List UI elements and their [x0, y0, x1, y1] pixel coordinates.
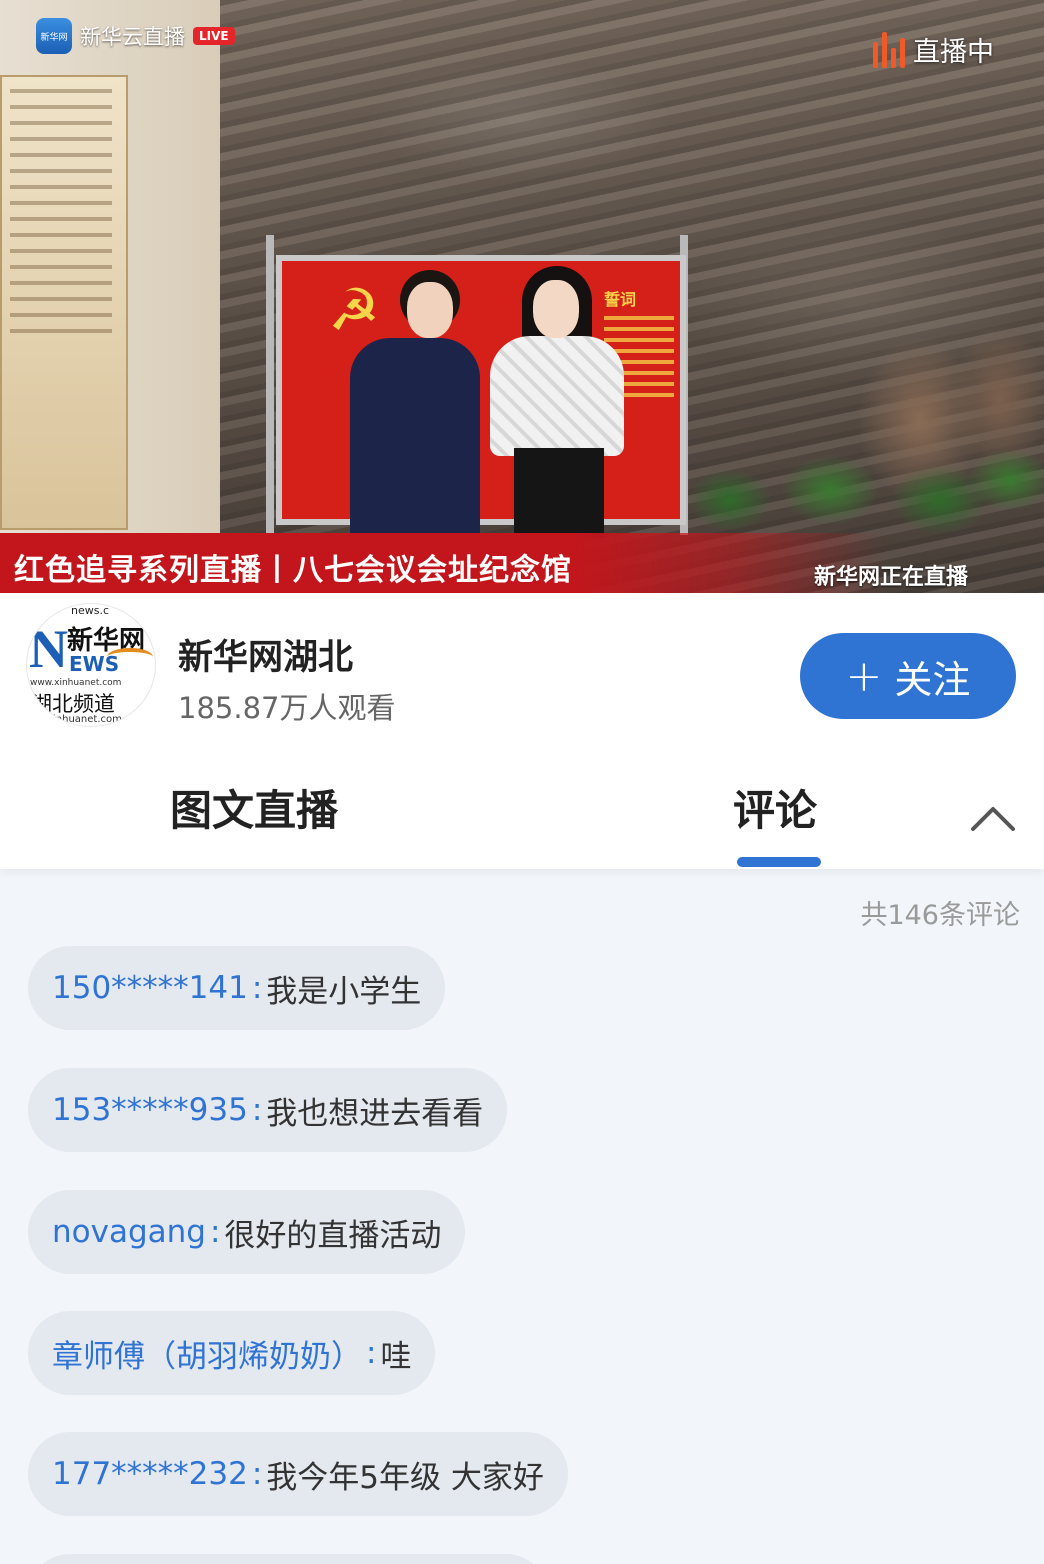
active-tab-indicator: [737, 857, 821, 867]
plus-icon: +: [845, 650, 883, 702]
party-flag-board: ☭ 誓词: [276, 255, 686, 525]
oath-header: 誓词: [604, 290, 637, 309]
comment-text: 我也想进去看看: [266, 1095, 484, 1132]
comment-item[interactable]: 177*****232 : 我今年5年级 大家好: [28, 1432, 568, 1516]
avatar-letter-n: N: [29, 619, 68, 679]
avatar-text-top: news.c: [71, 604, 110, 617]
comment-text: 我今年5年级 大家好: [266, 1459, 544, 1496]
comment-user[interactable]: 177*****232: [52, 1456, 248, 1492]
live-status: 直播中: [873, 30, 994, 69]
comment-separator: :: [209, 1214, 221, 1250]
avatar-text-bottom: inhuanet.com: [53, 714, 122, 725]
follow-button[interactable]: + 关注: [800, 633, 1016, 719]
tab-graphic-live[interactable]: 图文直播: [170, 777, 338, 838]
comment-separator: :: [251, 1456, 263, 1492]
comment-item[interactable]: 153*****935 : 我也想进去看看: [28, 1068, 508, 1152]
live-video-player[interactable]: ☭ 誓词 新华网 新华云直播 LIVE 直播中 红色追寻系列直播丨八七会议会址纪…: [0, 0, 1044, 593]
comment-user[interactable]: 150*****141: [52, 970, 248, 1006]
comment-user[interactable]: 153*****935: [52, 1092, 248, 1128]
chevron-up-icon[interactable]: [970, 799, 1016, 833]
comment-separator: :: [251, 1092, 263, 1128]
follow-label: 关注: [894, 657, 971, 702]
avatar-url: www.xinhuanet.com: [30, 678, 122, 688]
comment-separator: :: [251, 970, 263, 1006]
board-stand-left: [266, 235, 274, 535]
comment-text: 哇: [380, 1338, 412, 1375]
channel-name[interactable]: 新华网湖北: [178, 629, 353, 680]
channel-info: news.c N 新华网 EWS www.xinhuanet.com 湖北频道 …: [0, 593, 1044, 753]
info-plaque: [0, 75, 128, 530]
banner-live-text: 新华网正在直播: [813, 565, 968, 590]
comment-count: 共146条评论: [860, 900, 1020, 931]
tab-comments[interactable]: 评论: [733, 777, 817, 838]
live-badge: LIVE: [193, 27, 235, 45]
live-bars-icon: [873, 31, 905, 68]
comment-text: 我是小学生: [266, 973, 422, 1010]
comment-item-partial[interactable]: [28, 1554, 548, 1564]
hammer-sickle-icon: ☭: [328, 276, 380, 344]
comment-user[interactable]: 章师傅（胡羽烯奶奶）: [52, 1331, 362, 1376]
viewer-count: 185.87万人观看: [178, 691, 396, 725]
xinhua-app-icon: 新华网: [36, 18, 72, 54]
comment-text: 很好的直播活动: [224, 1217, 442, 1254]
comment-user[interactable]: novagang: [52, 1214, 206, 1250]
xinhua-cloud-brand: 新华网 新华云直播 LIVE: [36, 18, 235, 54]
comment-item[interactable]: 150*****141 : 我是小学生: [28, 946, 446, 1030]
comment-item[interactable]: novagang : 很好的直播活动: [28, 1190, 466, 1274]
comment-separator: :: [366, 1335, 377, 1371]
banner-title: 红色追寻系列直播丨八七会议会址纪念馆: [14, 553, 572, 588]
swoosh-icon: [107, 648, 153, 666]
brand-text: 新华云直播: [80, 25, 185, 49]
channel-avatar[interactable]: news.c N 新华网 EWS www.xinhuanet.com 湖北频道 …: [26, 603, 156, 727]
comment-item[interactable]: 章师傅（胡羽烯奶奶） : 哇: [28, 1311, 436, 1395]
title-banner: 红色追寻系列直播丨八七会议会址纪念馆 新华网正在直播: [0, 533, 1044, 593]
live-status-text: 直播中: [913, 37, 994, 68]
tab-bar: 图文直播 评论: [0, 753, 1044, 869]
